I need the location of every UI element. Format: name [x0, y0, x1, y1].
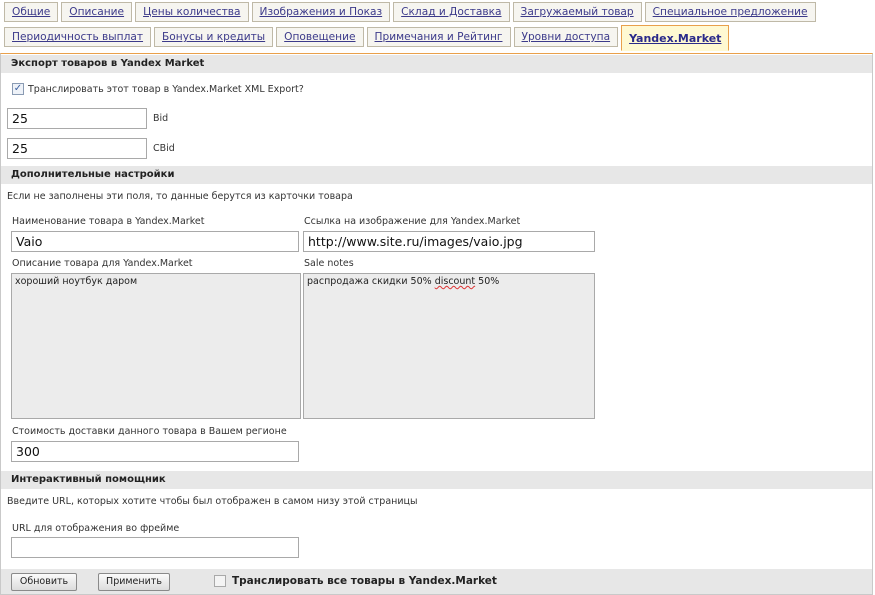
- tab-notes-rating[interactable]: Примечания и Рейтинг: [366, 27, 511, 47]
- tab-downloadable[interactable]: Загружаемый товар: [512, 2, 642, 22]
- sale-notes-label: Sale notes: [304, 258, 354, 269]
- tab-images[interactable]: Изображения и Показ: [251, 2, 391, 22]
- export-product-label: Транслировать этот товар в Yandex.Market…: [28, 84, 304, 95]
- footer-bar: Обновить Применить Транслировать все тов…: [1, 569, 872, 594]
- market-name-label: Наименование товара в Yandex.Market: [12, 216, 205, 227]
- frame-url-label: URL для отображения во фрейме: [12, 523, 180, 534]
- assistant-section-header: Интерактивный помощник: [1, 471, 872, 489]
- tab-row-2: Периодичность выплат Бонусы и кредиты Оп…: [4, 25, 732, 51]
- assistant-note: Введите URL, которых хотите чтобы был от…: [7, 496, 418, 507]
- bid-label: Bid: [153, 113, 169, 124]
- tab-row-1: Общие Описание Цены количества Изображен…: [4, 2, 819, 22]
- update-button[interactable]: Обновить: [11, 573, 77, 591]
- tab-special-offer[interactable]: Специальное предложение: [644, 2, 816, 22]
- tab-general[interactable]: Общие: [4, 2, 59, 22]
- market-description-label: Описание товара для Yandex.Market: [12, 258, 193, 269]
- apply-button[interactable]: Применить: [98, 573, 170, 591]
- sale-notes-misspelled-word: discount: [434, 276, 476, 287]
- delivery-cost-input[interactable]: 300: [11, 441, 299, 462]
- market-name-input[interactable]: Vaio: [11, 231, 299, 252]
- image-link-label: Ссылка на изображение для Yandex.Market: [304, 216, 521, 227]
- market-description-textarea[interactable]: хороший ноутбук даром: [11, 273, 301, 419]
- export-product-checkbox[interactable]: ✓: [12, 83, 24, 95]
- sale-notes-text: распродажа скидки 50%: [307, 276, 435, 287]
- additional-section-header: Дополнительные настройки: [1, 166, 872, 184]
- tab-notification[interactable]: Оповещение: [276, 27, 364, 47]
- frame-url-input[interactable]: [11, 537, 299, 558]
- tab-payment-periodicity[interactable]: Периодичность выплат: [4, 27, 152, 47]
- tab-quantity-prices[interactable]: Цены количества: [135, 2, 249, 22]
- export-section-header: Экспорт товаров в Yandex Market: [1, 55, 872, 73]
- sale-notes-textarea[interactable]: распродажа скидки 50% discount 50%: [303, 273, 595, 419]
- bid-input[interactable]: 25: [7, 108, 147, 129]
- sale-notes-suffix: 50%: [475, 276, 500, 287]
- export-all-checkbox[interactable]: [214, 575, 226, 587]
- export-all-label: Транслировать все товары в Yandex.Market: [232, 575, 497, 587]
- tab-bonuses[interactable]: Бонусы и кредиты: [154, 27, 274, 47]
- tab-description[interactable]: Описание: [61, 2, 133, 22]
- image-link-input[interactable]: http://www.site.ru/images/vaio.jpg: [303, 231, 595, 252]
- checkmark-icon: ✓: [13, 83, 23, 94]
- tab-stock-delivery[interactable]: Склад и Доставка: [393, 2, 510, 22]
- cbid-input[interactable]: 25: [7, 138, 147, 159]
- cbid-label: CBid: [153, 143, 175, 154]
- tab-yandex-market[interactable]: Yandex.Market: [621, 25, 730, 51]
- yandex-market-panel: Экспорт товаров в Yandex Market ✓ Трансл…: [0, 53, 873, 595]
- delivery-cost-label: Стоимость доставки данного товара в Ваше…: [12, 426, 287, 437]
- tab-access-levels[interactable]: Уровни доступа: [513, 27, 619, 47]
- additional-note: Если не заполнены эти поля, то данные бе…: [7, 191, 353, 202]
